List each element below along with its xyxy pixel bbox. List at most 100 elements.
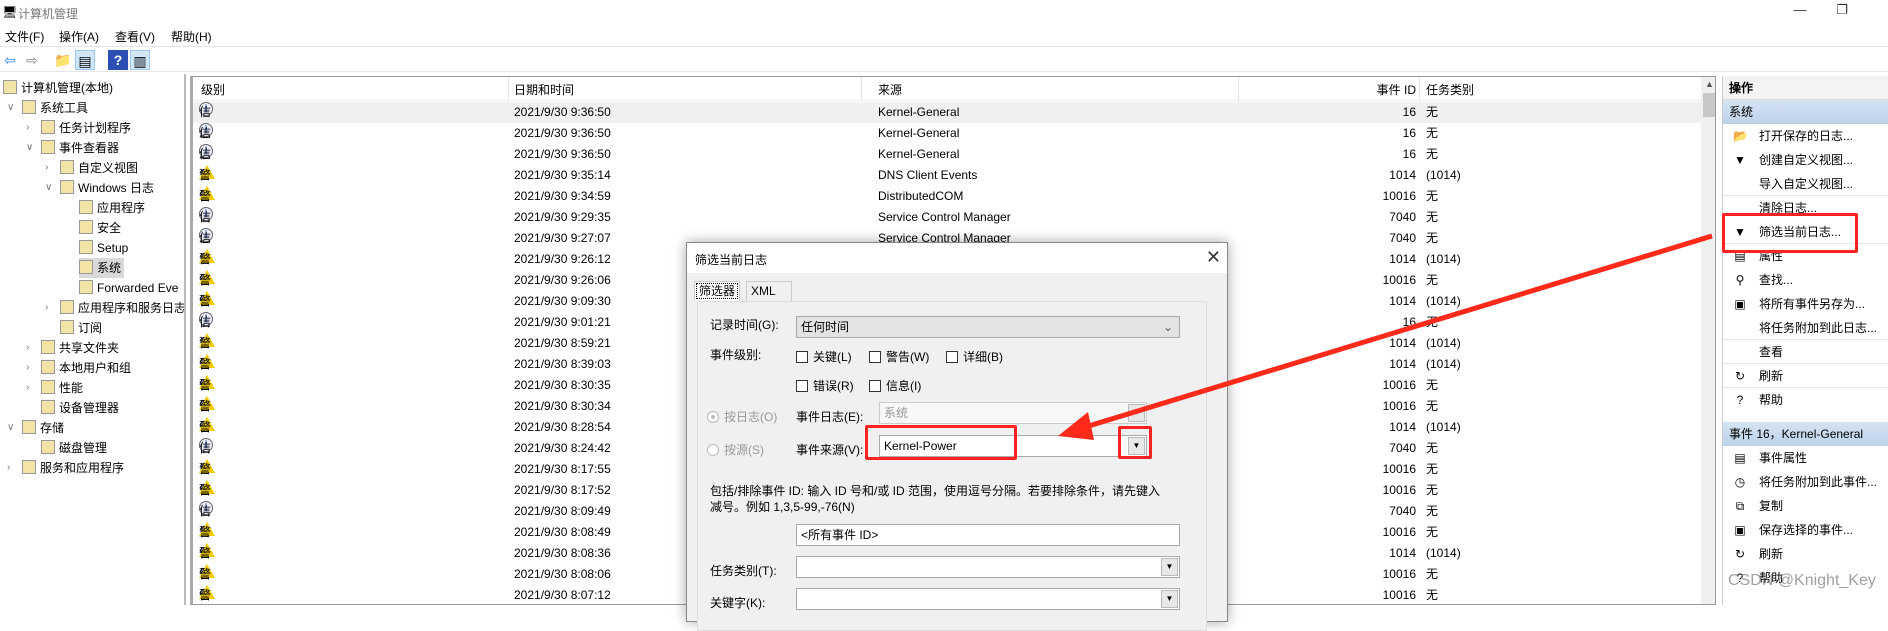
tree-item[interactable]: ∨ Windows 日志 — [45, 178, 154, 198]
chevron-right-icon[interactable]: › — [7, 458, 10, 478]
action-item[interactable]: ↻ 刷新 — [1723, 542, 1888, 566]
tree-item[interactable]: Setup — [79, 238, 128, 258]
table-row[interactable]: i信息 2021/9/30 9:36:50 Kernel-General 16 … — [193, 144, 1701, 182]
event-ids-input[interactable]: <所有事件 ID> — [796, 524, 1180, 546]
action-item[interactable]: ▣ 保存选择的事件... — [1723, 518, 1888, 542]
action-item[interactable]: 将任务附加到此日志... — [1723, 316, 1888, 340]
action-item[interactable]: ◷ 将任务附加到此事件... — [1723, 470, 1888, 494]
action-item[interactable]: ↻ 刷新 — [1723, 364, 1888, 388]
chevron-down-icon[interactable]: ∨ — [26, 138, 33, 158]
table-row[interactable]: 警告 2021/9/30 9:34:59 DistributedCOM 1001… — [193, 186, 1701, 224]
menu-view[interactable]: 查看(V) — [115, 28, 155, 45]
tree-item[interactable]: › 自定义视图 — [45, 158, 138, 178]
chevron-down-icon[interactable]: ∨ — [7, 418, 14, 438]
checkbox-verbose[interactable]: 详细(B) — [946, 348, 1003, 365]
table-row[interactable]: i信息 2021/9/30 9:29:35 Service Control Ma… — [193, 207, 1701, 245]
tree-item[interactable]: ∨ 事件查看器 — [26, 138, 119, 158]
column-divider[interactable] — [1238, 77, 1239, 101]
logged-dropdown[interactable]: 任何时间 ⌄ — [796, 316, 1180, 338]
action-item[interactable]: 📂 打开保存的日志... — [1723, 124, 1888, 148]
tree-item[interactable]: 磁盘管理 — [41, 438, 107, 458]
column-header-level[interactable]: 级别 — [201, 81, 225, 98]
column-divider[interactable] — [1419, 77, 1420, 101]
checkbox-box[interactable] — [869, 380, 881, 392]
tree-item[interactable]: › 服务和应用程序 — [7, 458, 124, 478]
checkbox-critical[interactable]: 关键(L) — [796, 348, 852, 365]
tree-item[interactable]: 订阅 — [60, 318, 102, 338]
tree-item[interactable]: 应用程序 — [79, 198, 145, 218]
table-row[interactable]: i信息 2021/9/30 9:36:50 Kernel-General 16 … — [193, 102, 1701, 140]
vertical-scrollbar[interactable]: ▲ — [1701, 77, 1715, 604]
dropdown-arrow-icon[interactable]: ▼ — [1161, 558, 1178, 576]
dropdown-arrow-icon[interactable]: ▼ — [1161, 590, 1178, 608]
close-icon[interactable]: ✕ — [1206, 247, 1221, 268]
task-category-combobox[interactable]: ▼ — [796, 556, 1180, 578]
table-row[interactable]: 警告 2021/9/30 9:35:14 DNS Client Events 1… — [193, 165, 1701, 203]
section-event[interactable]: 事件 16，Kernel-General — [1723, 422, 1888, 446]
action-item[interactable]: 导入自定义视图... — [1723, 172, 1888, 196]
back-arrow-icon[interactable]: ⇦ — [0, 50, 20, 70]
checkbox-information[interactable]: 信息(I) — [869, 377, 921, 394]
radio-dot[interactable] — [707, 444, 719, 456]
tree-item[interactable]: › 应用程序和服务日志 — [45, 298, 184, 318]
keywords-combobox[interactable]: ▼ — [796, 588, 1180, 610]
chevron-right-icon[interactable]: › — [45, 298, 48, 318]
menu-action[interactable]: 操作(A) — [59, 28, 99, 45]
chevron-right-icon[interactable]: › — [26, 358, 29, 378]
minimize-button[interactable]: — — [1790, 2, 1810, 22]
tree-item[interactable]: 设备管理器 — [41, 398, 119, 418]
tab-xml[interactable]: XML — [746, 281, 792, 301]
radio-dot[interactable] — [707, 411, 719, 423]
checkbox-error[interactable]: 错误(R) — [796, 377, 854, 394]
scrollbar-thumb[interactable] — [1703, 93, 1715, 117]
tree-item[interactable]: Forwarded Eve — [79, 278, 178, 298]
chevron-right-icon[interactable]: › — [26, 338, 29, 358]
chevron-down-icon[interactable]: ∨ — [7, 98, 14, 118]
column-header-task-category[interactable]: 任务类别 — [1426, 81, 1474, 98]
tree-item[interactable]: ∨ 系统工具 — [7, 98, 88, 118]
action-item[interactable]: ? 帮助 — [1723, 388, 1888, 412]
column-header-datetime[interactable]: 日期和时间 — [514, 81, 574, 98]
column-header-source[interactable]: 来源 — [878, 81, 902, 98]
action-item[interactable]: ▼ 创建自定义视图... — [1723, 148, 1888, 172]
checkbox-box[interactable] — [796, 380, 808, 392]
help-icon[interactable]: ? — [108, 50, 128, 70]
tree-item[interactable]: › 任务计划程序 — [26, 118, 131, 138]
checkbox-box[interactable] — [869, 351, 881, 363]
radio-by-source[interactable]: 按源(S) — [707, 441, 764, 458]
tree-item[interactable]: 计算机管理(本地) — [3, 78, 113, 98]
tree-item[interactable]: › 性能 — [26, 378, 83, 398]
forward-arrow-icon[interactable]: ⇨ — [22, 50, 42, 70]
radio-by-log[interactable]: 按日志(O) — [707, 408, 777, 425]
show-hide-tree-icon[interactable]: ▤ — [75, 50, 95, 70]
column-header-event-id[interactable]: 事件 ID — [1323, 81, 1416, 98]
up-folder-icon[interactable]: 📁 — [53, 50, 73, 70]
tree-item[interactable]: 系统 — [79, 258, 125, 278]
tree-item[interactable]: › 本地用户和组 — [26, 358, 131, 378]
action-item[interactable]: ▤ 事件属性 — [1723, 446, 1888, 470]
chevron-right-icon[interactable]: › — [26, 118, 29, 138]
action-item[interactable]: 查看 — [1723, 340, 1888, 364]
chevron-right-icon[interactable]: › — [26, 378, 29, 398]
tree-item[interactable]: › 共享文件夹 — [26, 338, 119, 358]
menu-help[interactable]: 帮助(H) — [171, 28, 212, 45]
action-item[interactable]: ⚲ 查找... — [1723, 268, 1888, 292]
chevron-right-icon[interactable]: › — [45, 158, 48, 178]
tree-item[interactable]: ∨ 存储 — [7, 418, 64, 438]
action-item[interactable]: ▣ 将所有事件另存为... — [1723, 292, 1888, 316]
section-system[interactable]: 系统 — [1723, 100, 1888, 124]
chevron-down-icon[interactable]: ∨ — [45, 178, 52, 198]
column-divider[interactable] — [508, 77, 509, 101]
action-item[interactable]: ⧉ 复制 — [1723, 494, 1888, 518]
restore-button[interactable]: ❐ — [1832, 2, 1852, 22]
checkbox-warning[interactable]: 警告(W) — [869, 348, 929, 365]
checkbox-box[interactable] — [796, 351, 808, 363]
tree-item[interactable]: 安全 — [79, 218, 121, 238]
scroll-up-icon[interactable]: ▲ — [1705, 79, 1714, 89]
table-row[interactable]: i信息 2021/9/30 9:36:50 Kernel-General 16 … — [193, 123, 1701, 161]
column-divider[interactable] — [861, 77, 862, 101]
menu-file[interactable]: 文件(F) — [5, 28, 44, 45]
checkbox-box[interactable] — [946, 351, 958, 363]
show-hide-action-pane-icon[interactable]: ▥ — [130, 50, 150, 70]
tab-filter[interactable]: 筛选器 — [694, 281, 741, 301]
